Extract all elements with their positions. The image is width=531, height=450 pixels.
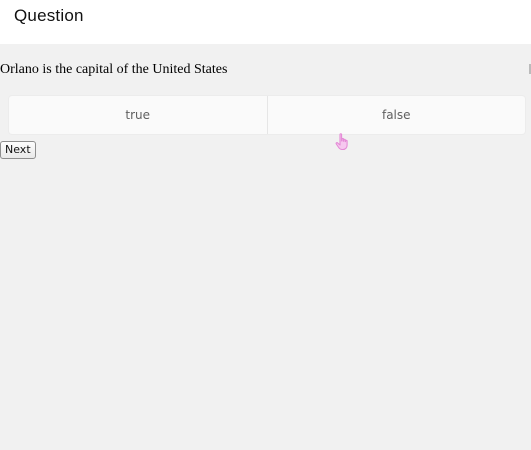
- hand-pointer-icon: [335, 133, 348, 151]
- option-true-button[interactable]: true: [9, 96, 267, 134]
- next-button[interactable]: Next: [0, 141, 36, 159]
- option-false-button[interactable]: false: [266, 96, 526, 134]
- answer-options: true false: [9, 96, 525, 134]
- scrollbar-edge: [526, 64, 531, 74]
- page-title: Question: [14, 6, 84, 25]
- header-bar: Question: [0, 0, 531, 44]
- question-text: Orlano is the capital of the United Stat…: [0, 62, 228, 77]
